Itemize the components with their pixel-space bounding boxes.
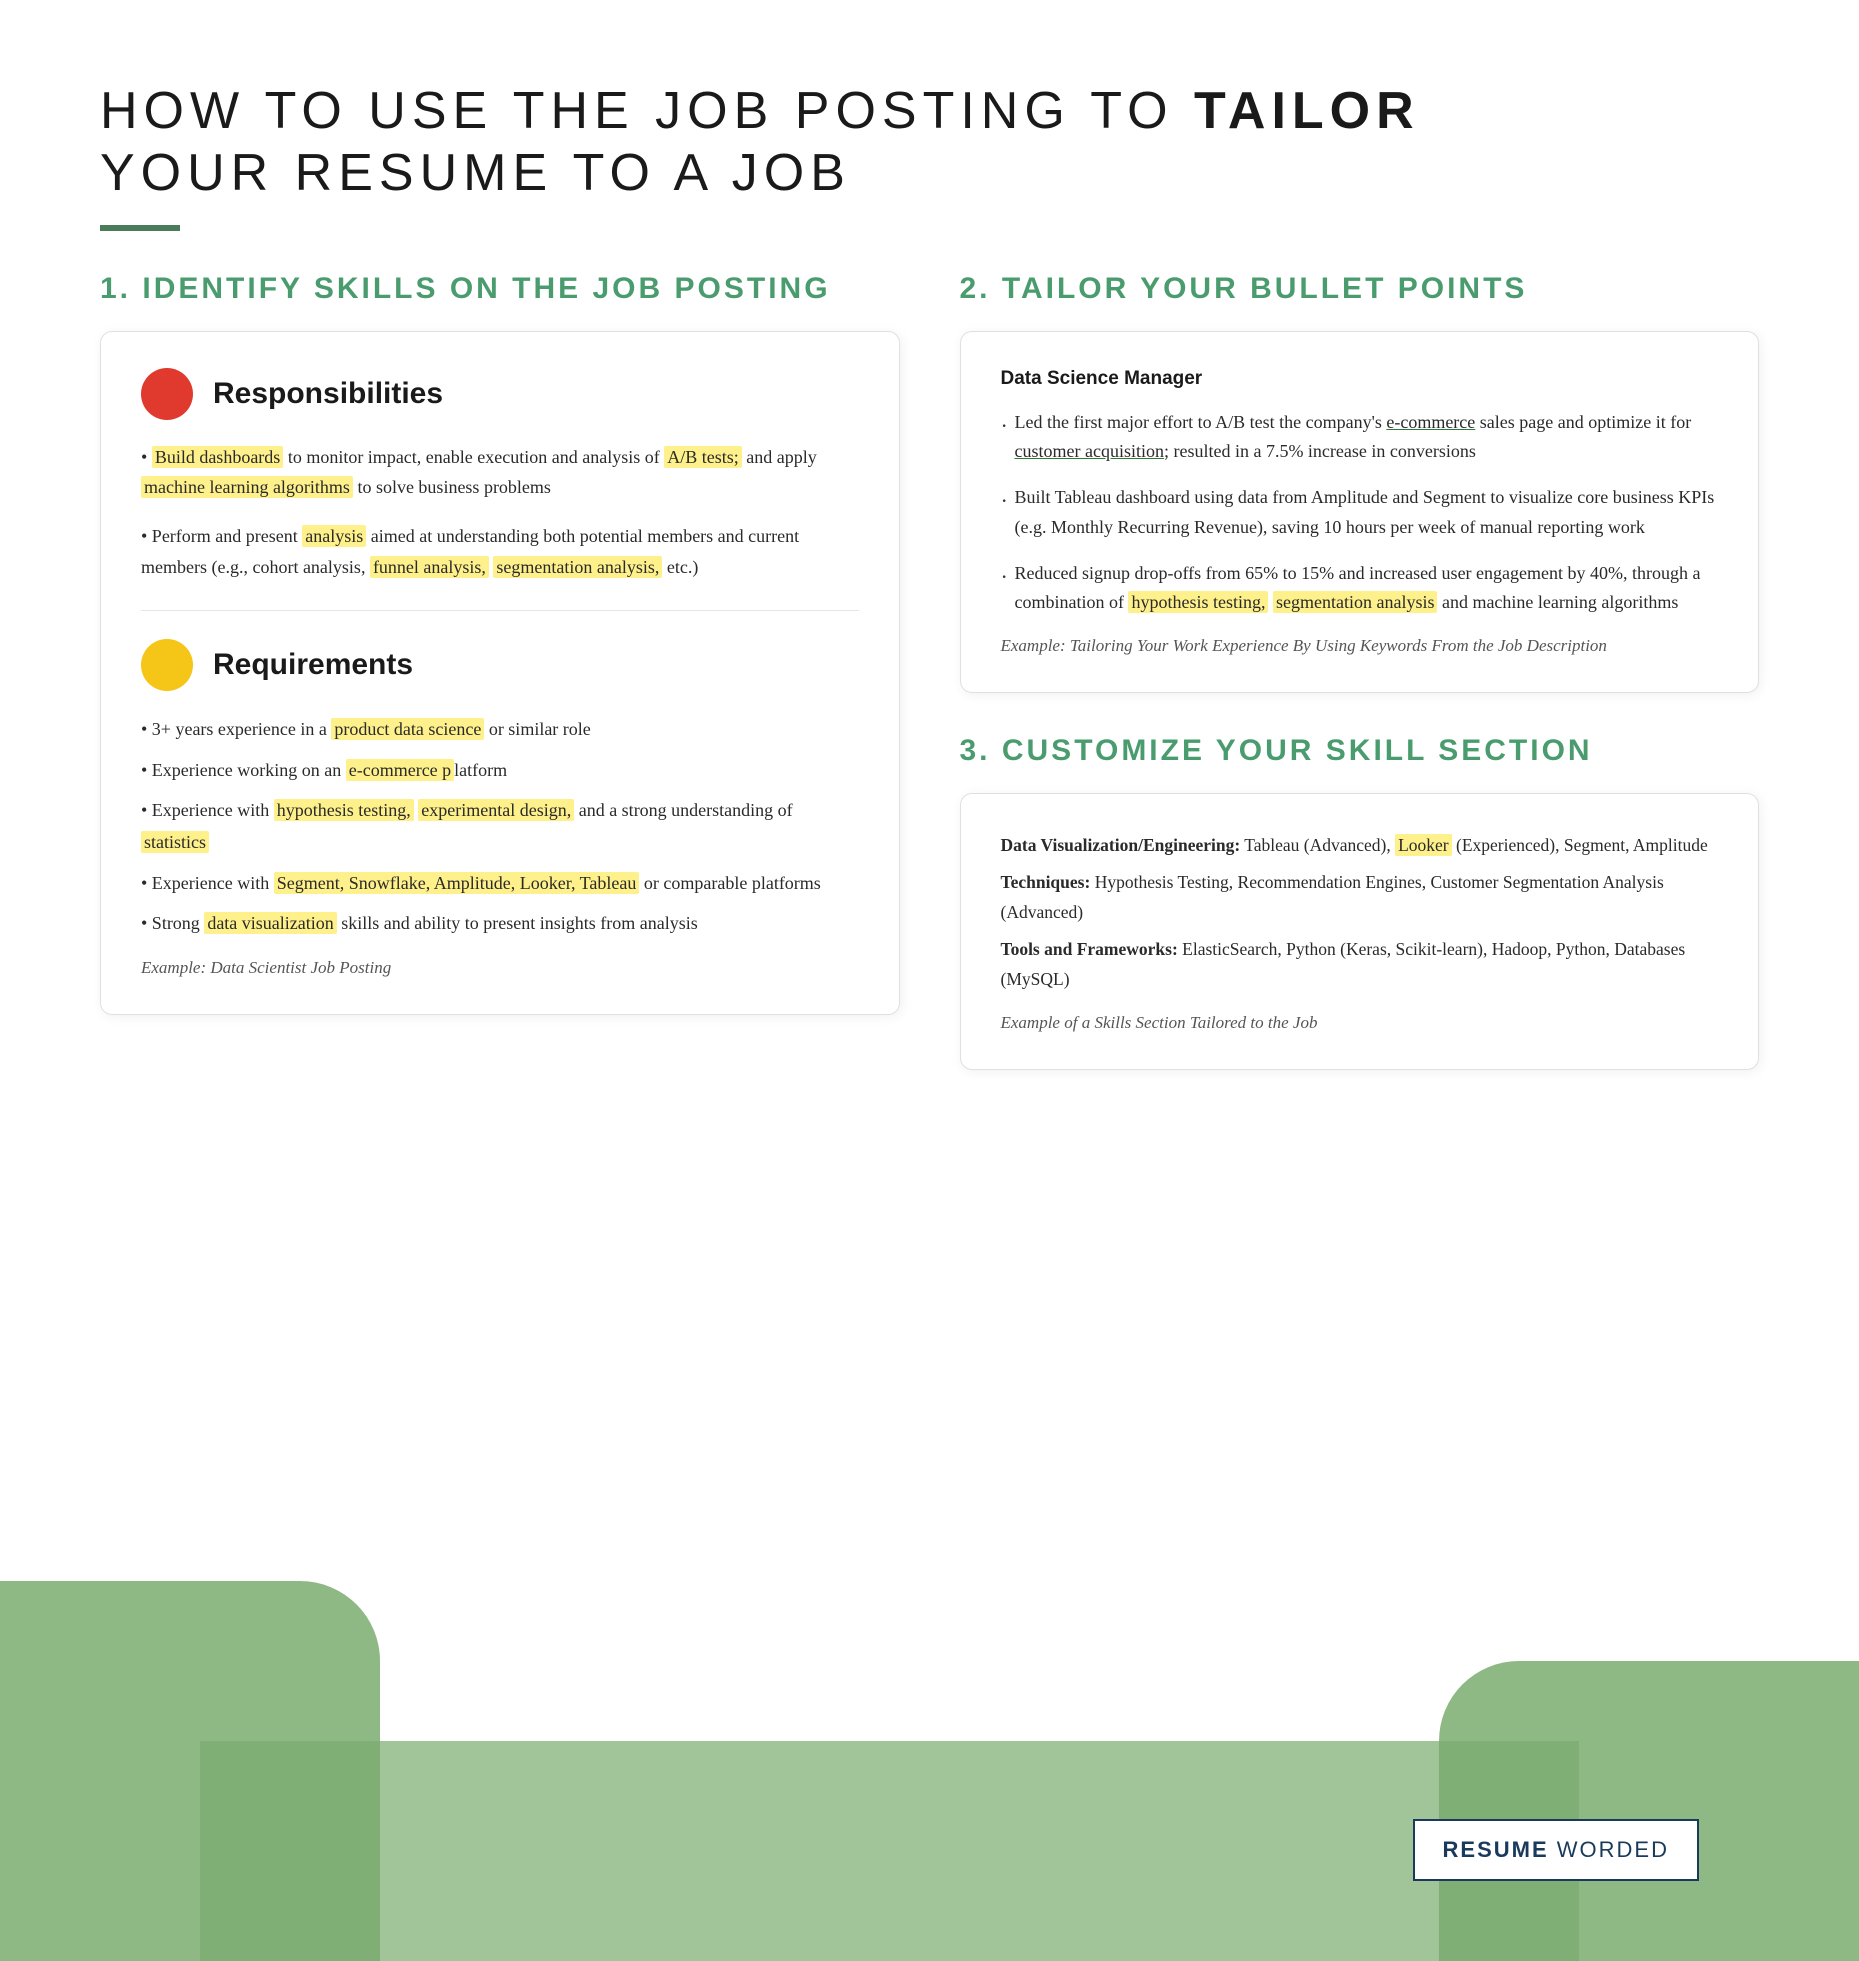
skills-line2: Techniques: Hypothesis Testing, Recommen… [1001,867,1719,928]
background-shapes [0,1541,1859,1961]
requirements-header: Requirements [141,639,859,691]
skills-line1: Data Visualization/Engineering: Tableau … [1001,830,1719,861]
responsibilities-header: Responsibilities [141,368,859,420]
section2-italic-note: Example: Tailoring Your Work Experience … [1001,636,1719,656]
highlight-segmentation: segmentation analysis, [493,556,662,578]
highlight-tools: Segment, Snowflake, Amplitude, Looker, T… [274,872,640,894]
section3-card: Data Visualization/Engineering: Tableau … [960,793,1760,1070]
highlight-build-dashboards: Build dashboards [152,446,284,468]
badge-normal: WORDED [1549,1837,1669,1862]
section2-bullet2: Built Tableau dashboard using data from … [1001,483,1719,542]
section3-heading: 3. CUSTOMIZE YOUR SKILL SECTION [960,733,1760,769]
highlight-hypothesis: hypothesis testing, [274,799,414,821]
responsibilities-label: Responsibilities [213,377,443,411]
shape-right [1439,1661,1859,1961]
highlight-funnel: funnel analysis, [370,556,489,578]
highlight-data-viz: data visualization [204,912,336,934]
red-circle [141,368,193,420]
underline-ecommerce: e-commerce [1386,412,1475,432]
title-line2: YOUR RESUME TO A JOB [100,144,851,202]
highlight-ecommerce: e-commerce p [346,759,454,781]
right-column: 2. TAILOR YOUR BULLET POINTS Data Scienc… [960,271,1760,1070]
req-bullet2: • Experience working on an e-commerce pl… [141,754,859,786]
title-bold-word: TAILOR [1194,82,1420,140]
two-column-layout: 1. IDENTIFY SKILLS ON THE JOB POSTING Re… [100,271,1759,1070]
highlight-experimental: experimental design, [418,799,574,821]
highlight-seg-analysis: segmentation analysis [1273,591,1437,613]
left-column: 1. IDENTIFY SKILLS ON THE JOB POSTING Re… [100,271,900,1015]
req-bullet1: • 3+ years experience in a product data … [141,713,859,745]
section2-heading: 2. TAILOR YOUR BULLET POINTS [960,271,1760,307]
title-underline [100,225,180,231]
resp-bullet2: • Perform and present analysis aimed at … [141,521,859,582]
section3-wrapper: 3. CUSTOMIZE YOUR SKILL SECTION Data Vis… [960,733,1760,1070]
job-title: Data Science Manager [1001,368,1719,390]
title-section: HOW TO USE THE JOB POSTING TO TAILOR YOU… [100,80,1759,231]
section2-bullet1: Led the first major effort to A/B test t… [1001,408,1719,467]
divider [141,610,859,611]
section1-italic-note: Example: Data Scientist Job Posting [141,958,859,978]
resp-bullet1: • Build dashboards to monitor impact, en… [141,442,859,503]
req-bullet4: • Experience with Segment, Snowflake, Am… [141,867,859,899]
section1-heading: 1. IDENTIFY SKILLS ON THE JOB POSTING [100,271,900,307]
badge-bold: RESUME [1443,1837,1549,1862]
highlight-ml-algorithms: machine learning algorithms [141,476,353,498]
section1-card: Responsibilities • Build dashboards to m… [100,331,900,1015]
highlight-analysis: analysis [302,525,366,547]
main-title: HOW TO USE THE JOB POSTING TO TAILOR YOU… [100,80,1759,205]
shape-center [200,1741,1579,1961]
req-bullet3: • Experience with hypothesis testing, ex… [141,794,859,859]
skills-label1: Data Visualization/Engineering: [1001,835,1241,855]
section2-wrapper: 2. TAILOR YOUR BULLET POINTS Data Scienc… [960,271,1760,693]
yellow-circle [141,639,193,691]
underline-customer-acq: customer acquisition [1015,441,1164,461]
skills-label2: Techniques: [1001,872,1091,892]
highlight-statistics: statistics [141,831,209,853]
resume-worded-badge: RESUME WORDED [1413,1819,1699,1881]
highlight-product-data-science: product data science [331,718,484,740]
skills-label3: Tools and Frameworks: [1001,939,1178,959]
req-bullet5: • Strong data visualization skills and a… [141,907,859,939]
title-line1-normal: HOW TO USE THE JOB POSTING TO [100,82,1194,140]
section2-card: Data Science Manager Led the first major… [960,331,1760,693]
requirements-label: Requirements [213,648,413,682]
section3-italic-note: Example of a Skills Section Tailored to … [1001,1013,1719,1033]
badge-text: RESUME WORDED [1443,1837,1669,1862]
highlight-ab-tests: A/B tests; [664,446,742,468]
highlight-looker: Looker [1395,834,1452,856]
highlight-hypothesis2: hypothesis testing, [1128,591,1268,613]
shape-left [0,1581,380,1961]
skills-line3: Tools and Frameworks: ElasticSearch, Pyt… [1001,934,1719,995]
section2-bullet3: Reduced signup drop-offs from 65% to 15%… [1001,559,1719,618]
